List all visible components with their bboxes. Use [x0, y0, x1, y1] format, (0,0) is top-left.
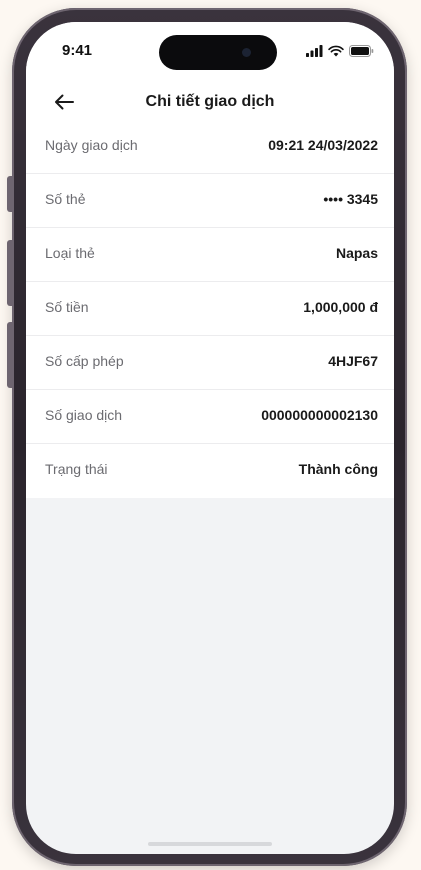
detail-row-date: Ngày giao dịch 09:21 24/03/2022 — [26, 120, 394, 174]
detail-value: 000000000002130 — [261, 407, 378, 423]
volume-down-button — [7, 322, 13, 388]
detail-value: 1,000,000 đ — [303, 299, 378, 315]
volume-up-button — [7, 240, 13, 306]
transaction-detail-list: Ngày giao dịch 09:21 24/03/2022 Số thẻ •… — [26, 120, 394, 498]
status-value: Thành công — [298, 461, 378, 477]
status-icons — [306, 44, 374, 58]
home-indicator[interactable] — [148, 842, 272, 846]
detail-label: Số tiền — [45, 299, 89, 315]
detail-value: 4HJF67 — [328, 353, 378, 369]
action-button — [7, 176, 13, 212]
detail-value: Napas — [335, 245, 378, 261]
detail-row-card-number: Số thẻ •••• 3345 — [26, 174, 394, 228]
header: Chi tiết giao dịch — [26, 84, 394, 120]
detail-row-card-type: Loại thẻ Napas — [26, 228, 394, 282]
detail-label: Số cấp phép — [45, 353, 124, 369]
detail-label: Số thẻ — [45, 191, 86, 207]
detail-row-transaction-id: Số giao dịch 000000000002130 — [26, 390, 394, 444]
detail-label: Loại thẻ — [45, 245, 95, 261]
detail-row-status: Trạng thái Thành công — [26, 444, 394, 498]
detail-label: Trạng thái — [45, 461, 108, 477]
detail-label: Ngày giao dịch — [45, 137, 138, 153]
battery-icon — [349, 45, 374, 57]
camera-icon — [242, 48, 251, 57]
screen: 9:41 Chi tiết giao dịch Ngày giao dịch 0… — [26, 22, 394, 854]
status-bar: 9:41 — [26, 22, 394, 84]
status-time: 9:41 — [62, 42, 93, 59]
wifi-icon — [328, 45, 344, 57]
dynamic-island — [159, 35, 277, 70]
detail-row-auth-code: Số cấp phép 4HJF67 — [26, 336, 394, 390]
page-title: Chi tiết giao dịch — [145, 93, 275, 110]
detail-row-amount: Số tiền 1,000,000 đ — [26, 282, 394, 336]
detail-value: 09:21 24/03/2022 — [268, 137, 378, 153]
detail-value: •••• 3345 — [323, 191, 378, 207]
detail-label: Số giao dịch — [45, 407, 123, 423]
signal-icon — [306, 45, 323, 57]
